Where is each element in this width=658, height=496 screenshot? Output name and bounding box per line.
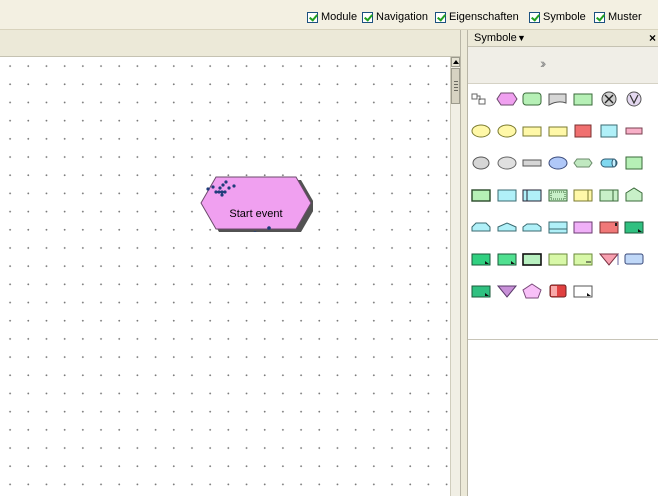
checkbox-muster-label: Muster: [608, 11, 642, 23]
canvas-vertical-scrollbar[interactable]: [450, 57, 460, 496]
symbol-teal-rect-corner-icon[interactable]: [623, 219, 645, 235]
start-event-shape[interactable]: Start event: [199, 176, 313, 232]
symbol-blue-cloud-icon[interactable]: [547, 155, 569, 171]
symbol-green-rounded-icon[interactable]: [521, 91, 543, 107]
symbol-pink-pentagon-icon[interactable]: [521, 283, 543, 299]
symbol-red-rect-icon[interactable]: [572, 123, 594, 139]
symbol-yellow-ellipse-icon[interactable]: [470, 123, 492, 139]
model-canvas[interactable]: Start event: [0, 57, 450, 496]
symbol-yellow-rect-2-icon[interactable]: [547, 123, 569, 139]
symbol-green-rect-corner-icon[interactable]: [496, 251, 518, 267]
symbol-green-rect-2-icon[interactable]: [623, 155, 645, 171]
symbol-gray-x-circle-icon[interactable]: [598, 91, 620, 107]
canvas-header-strip: [0, 30, 460, 57]
symbol-pink-hexagon-icon[interactable]: [495, 91, 518, 107]
symbol-violet-triangle-icon[interactable]: [496, 283, 518, 299]
checkbox-muster-box[interactable]: [594, 11, 605, 23]
symbols-panel: Symbole ▼ × ››: [468, 30, 658, 496]
symbol-violet-v-circle-icon[interactable]: [623, 91, 645, 107]
checkbox-symbole[interactable]: Symbole: [529, 10, 586, 24]
symbol-blue-rect-icon[interactable]: [623, 251, 645, 267]
symbol-cyan-rect-2-icon[interactable]: [496, 187, 518, 203]
symbol-cyan-trapezoid-2-icon[interactable]: [496, 219, 518, 235]
symbol-palette: [468, 84, 658, 340]
expand-panel-button[interactable]: ››: [468, 47, 658, 84]
symbol-lime-rect-small-icon[interactable]: [572, 251, 594, 267]
symbol-yellow-rect-icon[interactable]: [521, 123, 543, 139]
symbol-cyan-trapezoid-icon[interactable]: [470, 219, 492, 235]
checkbox-eigenschaften-label: Eigenschaften: [449, 11, 519, 23]
checkbox-module[interactable]: Module: [307, 10, 357, 24]
symbol-connector-icon[interactable]: [470, 91, 492, 107]
symbol-cyan-cylinder-icon[interactable]: [598, 155, 620, 171]
double-chevron-icon: ››: [540, 55, 547, 71]
symbol-green-column-rect-icon[interactable]: [598, 187, 620, 203]
symbol-gray-document-icon[interactable]: [547, 91, 569, 107]
symbol-white-rect-icon[interactable]: [572, 283, 594, 299]
checkbox-navigation-box[interactable]: [362, 11, 373, 23]
symbol-cyan-rect-icon[interactable]: [598, 123, 620, 139]
checkbox-module-label: Module: [321, 11, 358, 23]
symbol-violet-rect-icon[interactable]: [572, 219, 594, 235]
symbol-green-grid-rect-icon[interactable]: [547, 187, 569, 203]
symbol-cyan-rect-3-icon[interactable]: [547, 219, 569, 235]
symbols-panel-header: Symbole ▼ ×: [468, 30, 658, 47]
symbol-cyan-column-rect-icon[interactable]: [521, 187, 543, 203]
close-icon[interactable]: ×: [649, 31, 656, 45]
symbol-green-hexagon-small-icon[interactable]: [572, 155, 594, 171]
symbol-cyan-trapezoid-3-icon[interactable]: [521, 219, 543, 235]
symbol-yellow-ellipse-2-icon[interactable]: [496, 123, 518, 139]
checkbox-muster[interactable]: Muster: [594, 10, 642, 24]
dropdown-arrow-icon[interactable]: ▼: [517, 33, 526, 43]
symbol-dark-rect-icon[interactable]: [521, 251, 543, 267]
symbol-lime-rect-icon[interactable]: [547, 251, 569, 267]
start-event-extra-dots: [253, 226, 271, 232]
checkbox-eigenschaften-box[interactable]: [435, 11, 446, 23]
symbol-teal-rect-corner-2-icon[interactable]: [470, 251, 492, 267]
symbol-green-house-icon[interactable]: [623, 187, 645, 203]
symbol-gray-oval-icon[interactable]: [470, 155, 492, 171]
symbol-pink-rect-small-icon[interactable]: [623, 123, 645, 139]
symbol-gray-oval-2-icon[interactable]: [496, 155, 518, 171]
toolbar: Module Navigation Eigenschaften Symbole …: [0, 0, 658, 30]
symbol-red-triangle-icon[interactable]: [598, 251, 620, 267]
checkbox-symbole-box[interactable]: [529, 11, 540, 23]
panel-splitter[interactable]: [460, 30, 468, 496]
symbol-yellow-column-rect-icon[interactable]: [572, 187, 594, 203]
scroll-up-arrow-icon[interactable]: [451, 57, 460, 67]
symbol-gray-slim-rect-icon[interactable]: [521, 155, 543, 171]
scroll-thumb[interactable]: [451, 68, 460, 104]
checkbox-eigenschaften[interactable]: Eigenschaften: [435, 10, 519, 24]
symbol-red-gradient-rect-icon[interactable]: [547, 283, 569, 299]
symbol-red-rect-2-icon[interactable]: [598, 219, 620, 235]
checkbox-navigation-label: Navigation: [376, 11, 428, 23]
checkbox-navigation[interactable]: Navigation: [362, 10, 428, 24]
symbol-teal-rect-corner-3-icon[interactable]: [470, 283, 492, 299]
checkbox-symbole-label: Symbole: [543, 11, 586, 23]
symbol-green-rect-3-icon[interactable]: [470, 187, 492, 203]
checkbox-module-box[interactable]: [307, 11, 318, 23]
symbol-green-rect-icon[interactable]: [572, 91, 594, 107]
symbols-panel-title[interactable]: Symbole: [474, 32, 517, 44]
